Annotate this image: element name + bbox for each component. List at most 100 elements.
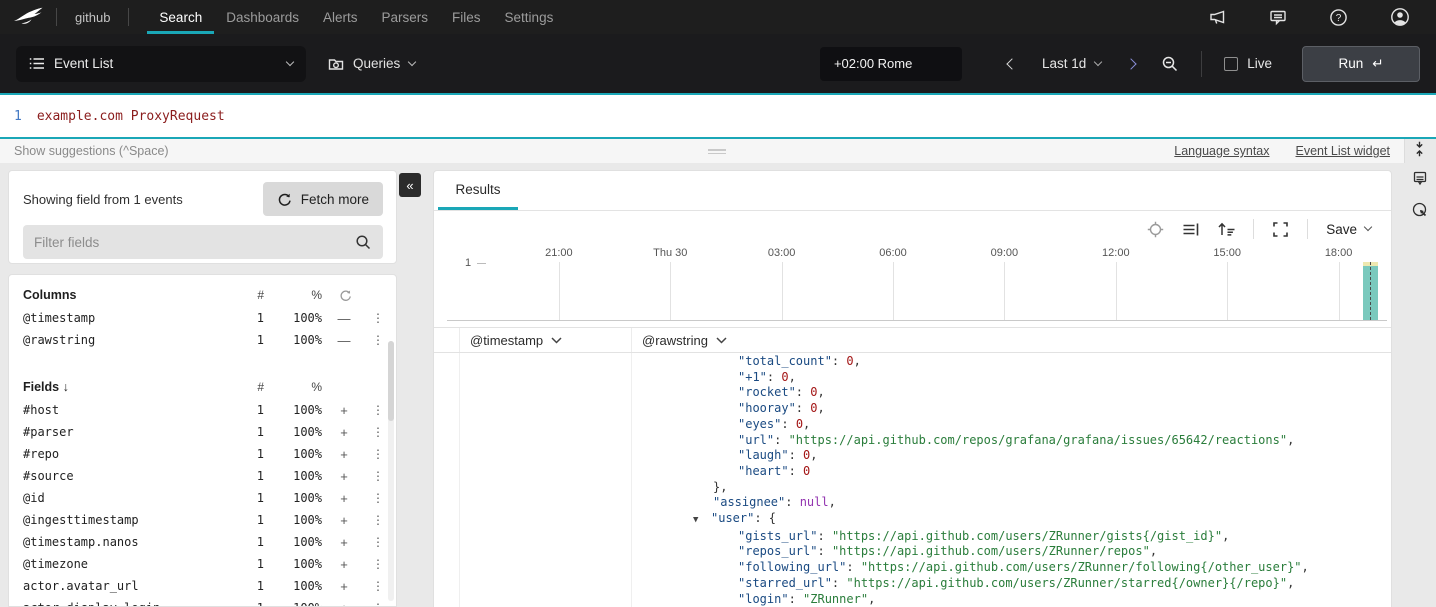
field-row[interactable]: actor.avatar_url1100%+⋮ — [9, 575, 396, 597]
chevron-down-icon[interactable] — [716, 337, 727, 344]
field-menu-icon[interactable]: ⋮ — [366, 535, 390, 549]
field-name[interactable]: @id — [23, 491, 228, 505]
view-selector-dropdown[interactable]: Event List — [16, 46, 306, 82]
field-menu-icon[interactable]: ⋮ — [366, 579, 390, 593]
refresh-columns-icon[interactable] — [322, 289, 366, 302]
field-menu-icon[interactable]: ⋮ — [366, 311, 390, 325]
run-button[interactable]: Run ↵ — [1302, 46, 1420, 82]
save-dropdown[interactable]: Save — [1326, 222, 1371, 237]
collapse-editor-icon[interactable] — [1412, 141, 1427, 157]
fields-scrollbar[interactable] — [388, 341, 394, 601]
histogram-plot[interactable]: 1 — [447, 262, 1387, 321]
timestamp-column-header[interactable]: @timestamp — [459, 328, 631, 352]
chevron-down-icon[interactable] — [551, 337, 562, 344]
field-row[interactable]: #host1100%+⋮ — [9, 399, 396, 421]
field-name[interactable]: @timestamp — [23, 311, 228, 325]
nav-settings[interactable]: Settings — [493, 0, 566, 34]
field-action-button[interactable]: — — [322, 311, 366, 326]
fetch-more-button[interactable]: Fetch more — [263, 182, 383, 216]
field-row[interactable]: @timezone1100%+⋮ — [9, 553, 396, 575]
nav-search[interactable]: Search — [147, 0, 214, 34]
field-name[interactable]: @ingesttimestamp — [23, 513, 228, 527]
field-menu-icon[interactable]: ⋮ — [366, 469, 390, 483]
nav-parsers[interactable]: Parsers — [370, 0, 441, 34]
row-density-icon[interactable] — [1182, 222, 1199, 237]
field-row[interactable]: @id1100%+⋮ — [9, 487, 396, 509]
field-action-button[interactable]: + — [322, 403, 366, 418]
field-menu-icon[interactable]: ⋮ — [366, 403, 390, 417]
next-range-icon[interactable] — [1126, 58, 1137, 69]
sort-ascending-icon[interactable] — [1217, 221, 1235, 237]
field-name[interactable]: @timestamp.nanos — [23, 535, 228, 549]
field-menu-icon[interactable]: ⋮ — [366, 425, 390, 439]
field-row[interactable]: #source1100%+⋮ — [9, 465, 396, 487]
collapse-node-icon[interactable]: ▼ — [693, 513, 711, 529]
field-menu-icon[interactable]: ⋮ — [366, 601, 390, 607]
field-name[interactable]: #parser — [23, 425, 228, 439]
nav-alerts[interactable]: Alerts — [311, 0, 370, 34]
fields-panel-icon[interactable] — [1412, 170, 1428, 186]
live-checkbox[interactable] — [1224, 57, 1238, 71]
field-action-button[interactable]: + — [322, 447, 366, 462]
announcements-icon[interactable] — [1208, 9, 1227, 26]
field-menu-icon[interactable]: ⋮ — [366, 513, 390, 527]
field-row[interactable]: #repo1100%+⋮ — [9, 443, 396, 465]
query-text[interactable]: example.com ProxyRequest — [37, 109, 225, 124]
field-row[interactable]: #parser1100%+⋮ — [9, 421, 396, 443]
field-name[interactable]: @rawstring — [23, 333, 228, 347]
editor-resize-handle[interactable] — [708, 147, 726, 156]
results-table-body[interactable]: "total_count": 0,"+1": 0,"rocket": 0,"ho… — [434, 353, 1391, 607]
crosshair-icon[interactable] — [1147, 221, 1164, 238]
field-action-button[interactable]: — — [322, 333, 366, 348]
help-icon[interactable]: ? — [1329, 8, 1348, 27]
time-range-dropdown[interactable]: Last 1d — [1042, 56, 1101, 71]
field-action-button[interactable]: + — [322, 491, 366, 506]
field-name[interactable]: #source — [23, 469, 228, 483]
tab-results[interactable]: Results — [438, 182, 518, 210]
field-menu-icon[interactable]: ⋮ — [366, 557, 390, 571]
field-action-button[interactable]: + — [322, 579, 366, 594]
query-editor[interactable]: 1 example.com ProxyRequest — [0, 93, 1436, 139]
field-menu-icon[interactable]: ⋮ — [366, 447, 390, 461]
fields-section-title[interactable]: Fields ↓ — [23, 380, 228, 394]
queries-dropdown[interactable]: Queries — [328, 56, 415, 71]
nav-dashboards[interactable]: Dashboards — [214, 0, 311, 34]
field-row[interactable]: @ingesttimestamp1100%+⋮ — [9, 509, 396, 531]
field-row[interactable]: actor.display_login1100%+⋮ — [9, 597, 396, 607]
field-action-button[interactable]: + — [322, 425, 366, 440]
zoom-out-icon[interactable] — [1161, 55, 1179, 73]
collapse-panel-button[interactable]: « — [399, 173, 421, 197]
field-row[interactable]: @timestamp.nanos1100%+⋮ — [9, 531, 396, 553]
field-action-button[interactable]: + — [322, 469, 366, 484]
field-row[interactable]: @timestamp1100%—⋮ — [9, 307, 396, 329]
field-name[interactable]: actor.display_login — [23, 601, 228, 607]
field-name[interactable]: actor.avatar_url — [23, 579, 228, 593]
rawstring-column-header[interactable]: @rawstring — [631, 328, 1391, 352]
repository-name[interactable]: github — [69, 10, 116, 25]
histogram-bar[interactable] — [1363, 262, 1378, 320]
event-histogram[interactable]: 21:00Thu 3003:0006:0009:0012:0015:0018:0… — [447, 247, 1387, 321]
field-name[interactable]: #host — [23, 403, 228, 417]
field-row[interactable]: @rawstring1100%—⋮ — [9, 329, 396, 351]
live-toggle[interactable]: Live — [1224, 56, 1272, 71]
feedback-icon[interactable] — [1269, 9, 1287, 26]
fullscreen-icon[interactable] — [1272, 221, 1289, 238]
filter-fields-input[interactable] — [34, 235, 355, 250]
field-action-button[interactable]: + — [322, 535, 366, 550]
nav-files[interactable]: Files — [440, 0, 493, 34]
field-action-button[interactable]: + — [322, 557, 366, 572]
field-name[interactable]: @timezone — [23, 557, 228, 571]
field-menu-icon[interactable]: ⋮ — [366, 333, 390, 347]
crowdstrike-logo-icon[interactable] — [12, 6, 44, 28]
json-event-viewer[interactable]: "total_count": 0,"+1": 0,"rocket": 0,"ho… — [631, 353, 1391, 607]
language-syntax-link[interactable]: Language syntax — [1174, 144, 1269, 158]
field-action-button[interactable]: + — [322, 513, 366, 528]
field-name[interactable]: #repo — [23, 447, 228, 461]
inspect-icon[interactable] — [1412, 202, 1428, 218]
timezone-input[interactable]: +02:00 Rome — [820, 47, 962, 81]
field-action-button[interactable]: + — [322, 601, 366, 607]
event-list-widget-link[interactable]: Event List widget — [1296, 144, 1391, 158]
field-menu-icon[interactable]: ⋮ — [366, 491, 390, 505]
account-icon[interactable] — [1390, 7, 1410, 27]
previous-range-icon[interactable] — [1006, 58, 1017, 69]
